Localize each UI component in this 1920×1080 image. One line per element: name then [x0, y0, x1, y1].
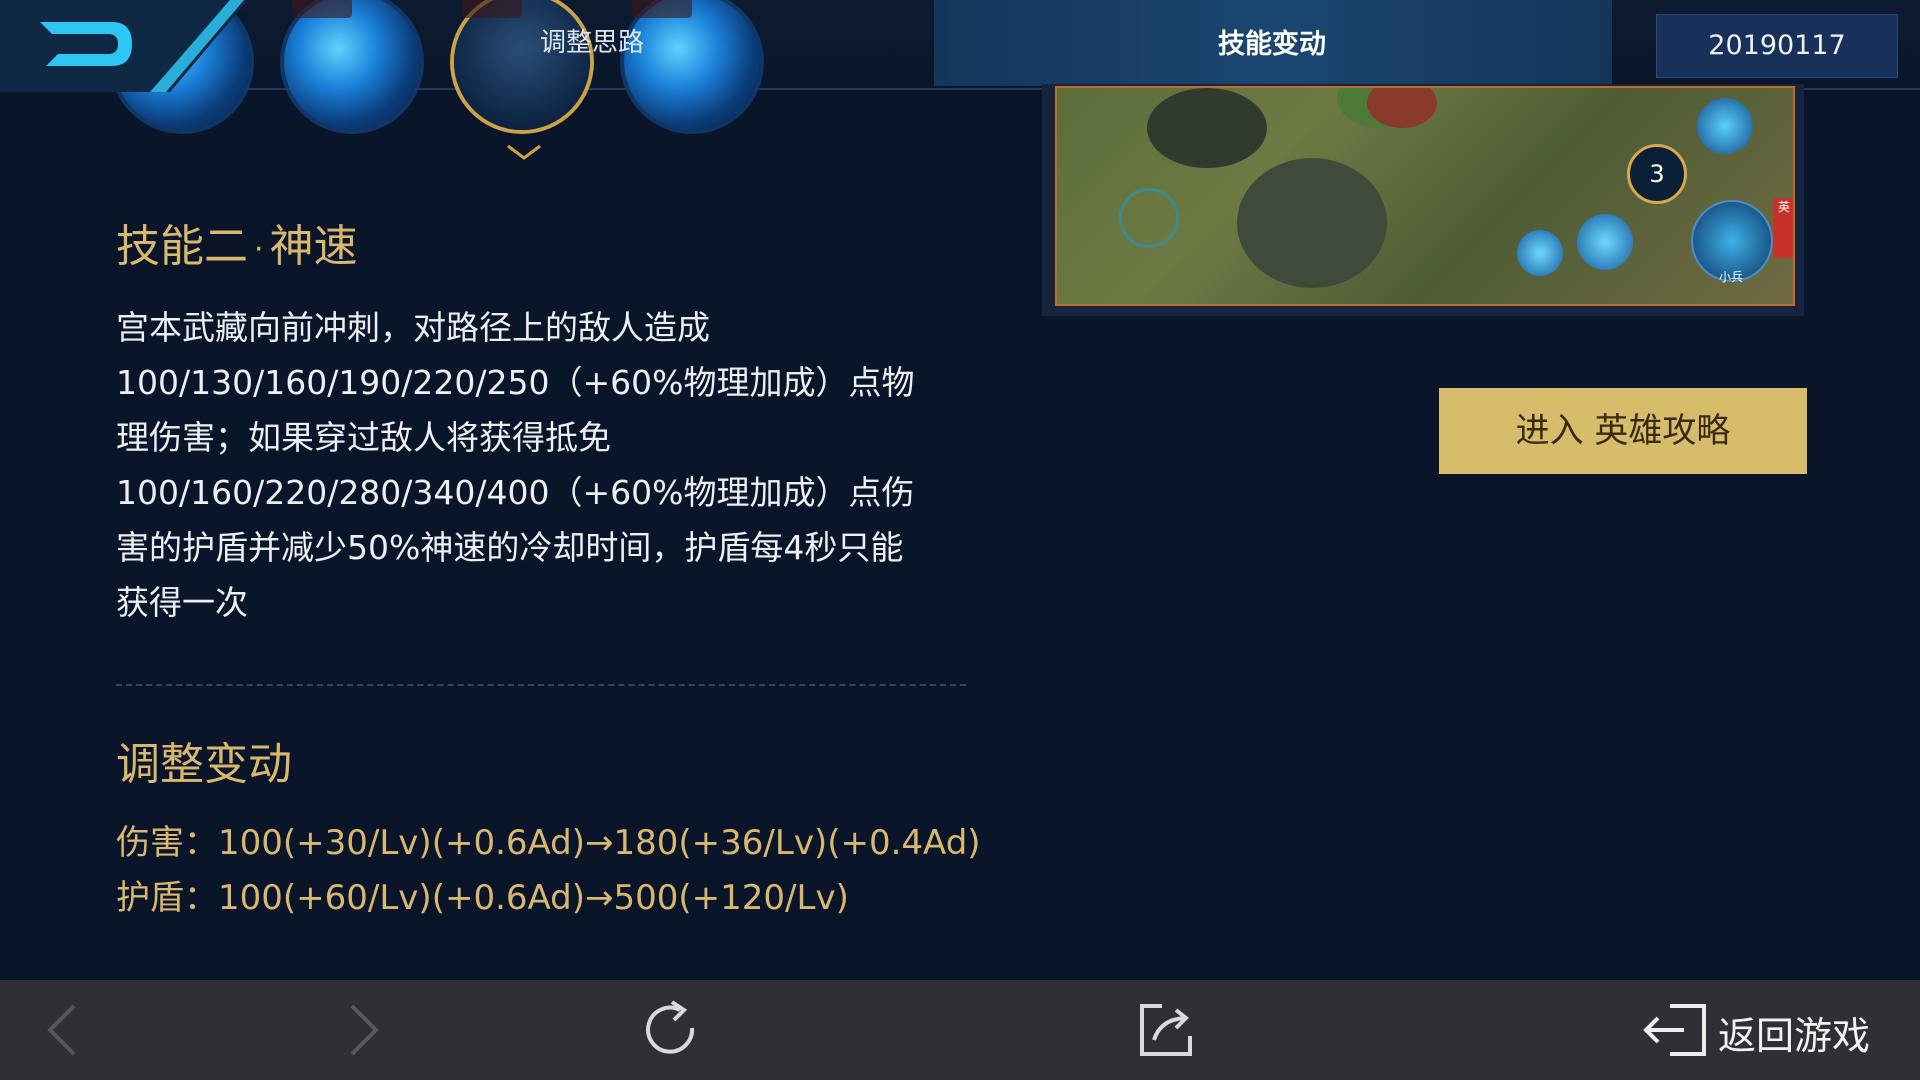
adjustment-list: 伤害：100(+30/Lv)(+0.6Ad)→180(+36/Lv)(+0.4A… [116, 816, 981, 926]
skill-number: 技能二 [116, 221, 248, 272]
description-line: 害的护盾并减少50%神速的冷却时间，护盾每4秒只能 [116, 528, 904, 567]
ultimate-skill-icon [1697, 98, 1753, 154]
skill-4-icon[interactable] [624, 0, 760, 130]
new-badge [632, 0, 692, 18]
share-icon[interactable] [1136, 998, 1200, 1062]
skill-2-button-icon [1577, 214, 1633, 270]
new-badge [462, 0, 522, 18]
adjustment-title: 调整变动 [116, 739, 292, 790]
skill-name: 神速 [269, 221, 358, 272]
d-logo-icon[interactable] [0, 0, 250, 92]
description-line: 理伤害；如果穿过敌人将获得抵免 [116, 418, 611, 457]
description-line: 100/160/220/280/340/400（+60%物理加成）点伤 [116, 473, 915, 512]
skill-title: 技能二 · 神速 [116, 210, 358, 274]
skill-2-icon[interactable] [284, 0, 420, 130]
rock-shape [1147, 88, 1267, 168]
rock-shape [1237, 158, 1387, 288]
description-line: 获得一次 [116, 583, 248, 622]
selected-indicator-icon [507, 144, 541, 160]
tab-skill-changes[interactable]: 技能变动 [1218, 22, 1326, 61]
dashed-divider [116, 684, 966, 686]
skill-description: 宫本武藏向前冲刺，对路径上的敌人造成 100/130/160/190/220/2… [116, 300, 966, 630]
minion-label: 小兵 [1719, 270, 1744, 284]
adjustment-line-damage: 伤害：100(+30/Lv)(+0.6Ad)→180(+36/Lv)(+0.4A… [116, 823, 981, 863]
title-separator: · [254, 231, 264, 267]
skill-3-icon[interactable] [454, 0, 590, 130]
chevron-right-icon[interactable] [342, 1000, 386, 1060]
description-line: 宫本武藏向前冲刺，对路径上的敌人造成 [116, 308, 710, 347]
refresh-icon[interactable] [640, 998, 704, 1062]
joystick-icon [1119, 188, 1179, 248]
description-line: 100/130/160/190/220/250（+60%物理加成）点物 [116, 363, 915, 402]
date-selector[interactable]: 20190117 [1656, 14, 1898, 78]
adjustment-line-shield: 护盾：100(+60/Lv)(+0.6Ad)→500(+120/Lv) [116, 878, 849, 918]
counter-badge: 3 [1627, 144, 1687, 204]
tab-adjustment-ideas[interactable]: 调整思路 [540, 22, 644, 59]
side-tab: 英 [1773, 198, 1793, 258]
chevron-left-icon[interactable] [40, 1000, 84, 1060]
exit-icon[interactable] [1640, 998, 1708, 1062]
skill-1-button-icon [1517, 230, 1563, 276]
enter-hero-strategy-button[interactable]: 进入 英雄攻略 [1439, 388, 1807, 474]
skill-preview-video[interactable]: 3 小兵 英 [1055, 86, 1795, 306]
bottom-nav-bar [0, 980, 1920, 1080]
new-badge [292, 0, 352, 18]
return-to-game-label[interactable]: 返回游戏 [1718, 1005, 1870, 1060]
